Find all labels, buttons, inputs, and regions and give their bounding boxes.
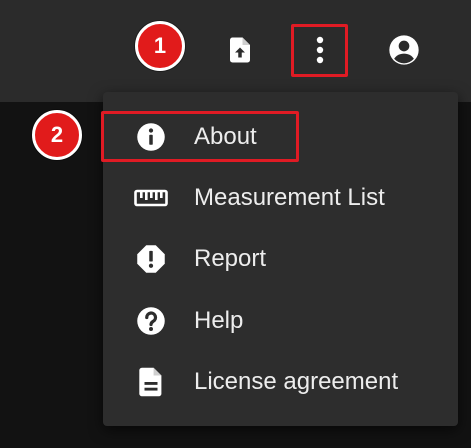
step-badge-2: 2 [32, 110, 82, 160]
menu-item-label: License agreement [194, 368, 399, 395]
upload-file-icon [225, 34, 255, 66]
menu-item-license-agreement[interactable]: License agreement [103, 351, 458, 413]
menu-item-label: Measurement List [194, 184, 385, 211]
report-icon [133, 241, 169, 277]
top-toolbar [0, 0, 471, 102]
app-screen: 1 About Measurement List Report Help Lic… [0, 0, 471, 448]
help-icon [133, 303, 169, 339]
upload-file-button[interactable] [212, 22, 268, 78]
document-icon [133, 364, 169, 400]
account-button[interactable] [376, 22, 432, 78]
account-circle-icon [388, 34, 420, 66]
ruler-icon [133, 180, 169, 216]
menu-item-measurement-list[interactable]: Measurement List [103, 167, 458, 229]
menu-item-label: Help [194, 307, 244, 334]
about-item-highlight [101, 111, 299, 162]
menu-item-help[interactable]: Help [103, 290, 458, 352]
menu-item-label: Report [194, 245, 267, 272]
more-options-highlight [291, 24, 348, 77]
step-badge-1: 1 [135, 21, 185, 71]
menu-item-report[interactable]: Report [103, 228, 458, 290]
